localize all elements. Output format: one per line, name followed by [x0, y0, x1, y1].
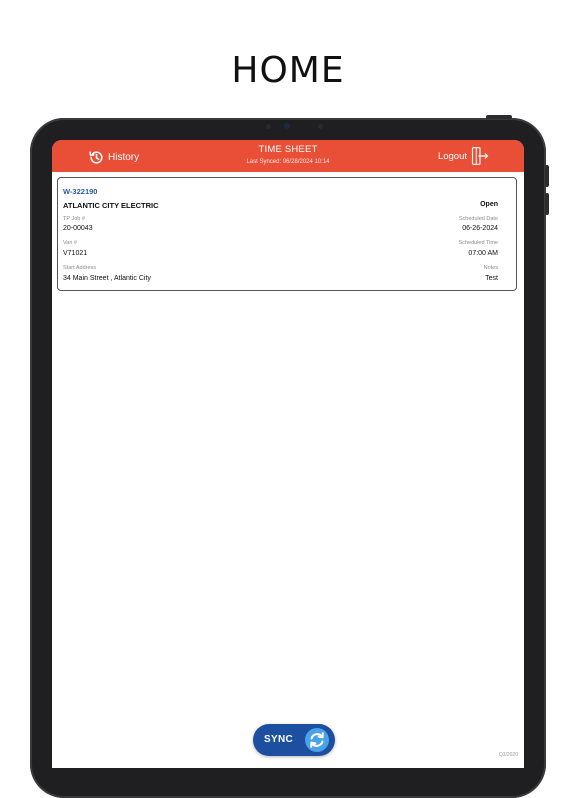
history-clock-icon — [89, 150, 103, 164]
job-id: W-322190 — [63, 187, 98, 196]
job-status: Open — [480, 201, 498, 208]
tablet-volume-down-button — [545, 193, 549, 215]
version-text: Q3/2020 — [498, 752, 518, 758]
logout-door-icon — [471, 147, 489, 165]
scheduled-date-label: Scheduled Date — [458, 216, 498, 222]
scheduled-time-value: 07:00 AM — [468, 250, 498, 257]
van-value: V71021 — [63, 250, 88, 257]
sync-arrows-icon — [305, 728, 329, 752]
tablet-volume-up-button — [545, 165, 549, 187]
job-card[interactable]: W-322190 ATLANTIC CITY ELECTRIC Open TP … — [57, 177, 517, 291]
scheduled-time-label: Scheduled Time — [458, 240, 498, 246]
sensor-dot — [318, 124, 323, 129]
tp-job-label: TP Job # — [63, 216, 85, 222]
app-header: History TIME SHEET Last Synced: 06/28/20… — [52, 140, 524, 172]
job-customer: ATLANTIC CITY ELECTRIC — [63, 201, 159, 210]
sync-button[interactable]: SYNC — [253, 724, 335, 756]
history-label: History — [108, 151, 140, 163]
logout-label: Logout — [437, 150, 467, 162]
tablet-top-button — [486, 115, 512, 119]
sensor-dot — [266, 124, 271, 129]
sync-label: SYNC — [264, 734, 293, 745]
camera-lens — [284, 123, 290, 129]
notes-label: Notes — [483, 265, 498, 271]
tp-job-value: 20-00043 — [63, 225, 93, 232]
page-title: HOME — [231, 50, 345, 91]
van-label: Van # — [63, 240, 77, 246]
scheduled-date-value: 06-26-2024 — [462, 225, 498, 232]
history-button[interactable]: History — [88, 148, 139, 166]
start-address-label: Start Address — [63, 265, 97, 271]
logout-button[interactable]: Logout — [438, 146, 490, 166]
app-screen: History TIME SHEET Last Synced: 06/28/20… — [52, 140, 524, 768]
notes-value: Test — [485, 275, 498, 282]
start-address-value: 34 Main Street , Atlantic City — [63, 275, 151, 282]
